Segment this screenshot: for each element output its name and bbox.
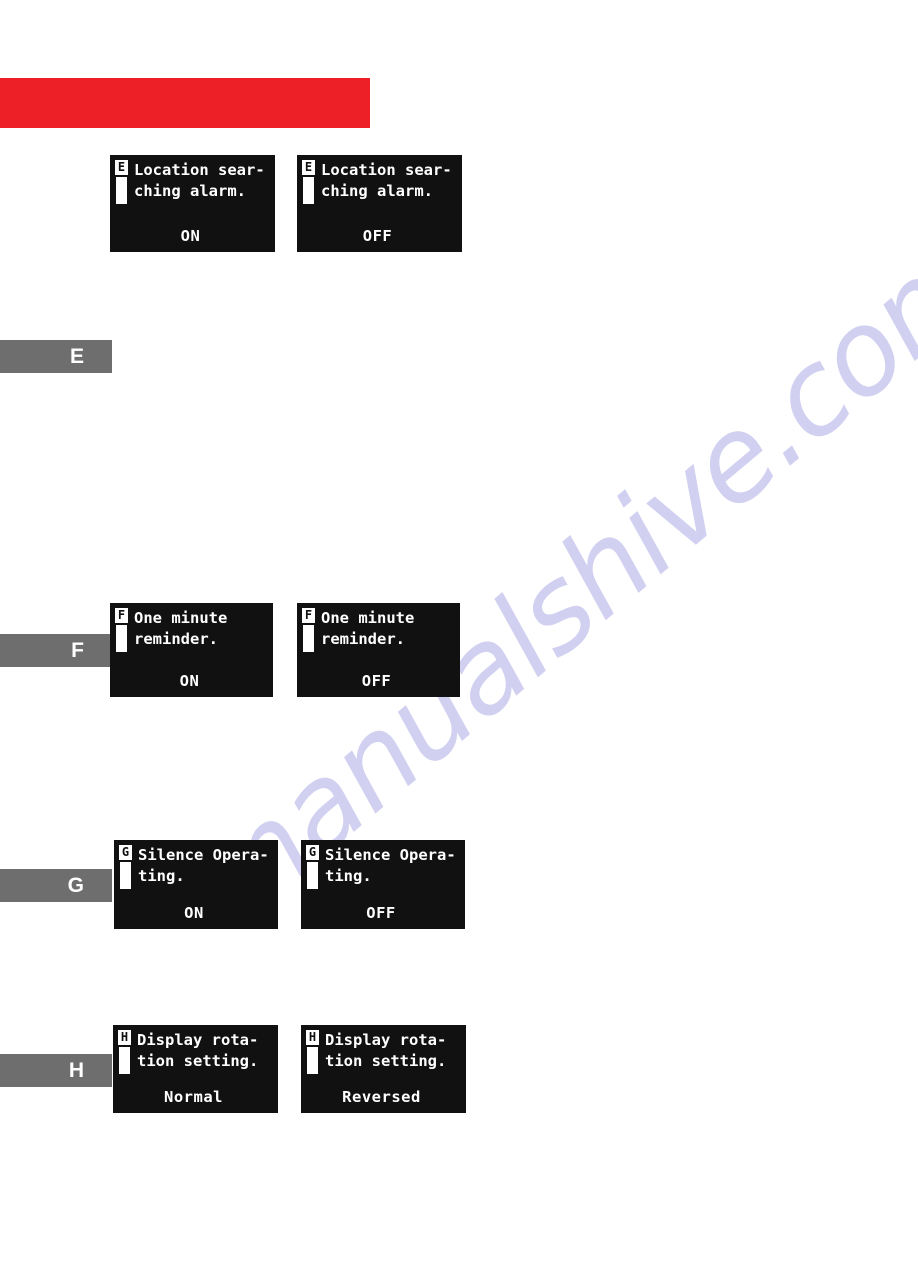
lcd-badge-bar xyxy=(116,177,127,204)
red-header-banner xyxy=(0,78,370,128)
lcd-badge-E-on: E xyxy=(115,160,128,204)
letter-band-H: H xyxy=(0,1054,112,1087)
section-F: F F One minute reminder. ON F One minute… xyxy=(0,603,918,703)
letter-band-G: G xyxy=(0,869,112,902)
lcd-badge-F-on: F xyxy=(115,608,128,652)
lcd-badge-H-reversed: H xyxy=(306,1030,319,1074)
lcd-badge-F-off: F xyxy=(302,608,315,652)
lcd-badge-bar xyxy=(303,177,314,204)
lcd-title: One minute reminder. xyxy=(134,609,228,648)
lcd-badge-bar xyxy=(307,1047,318,1074)
lcd-title: Silence Opera- ting. xyxy=(138,846,269,885)
lcd-value: ON xyxy=(180,227,201,245)
section-G: G G Silence Opera- ting. ON G Silence Op… xyxy=(0,840,918,940)
letter-band-E-label: E xyxy=(69,345,84,368)
lcd-screen-E-off: E Location sear- ching alarm. OFF xyxy=(297,155,462,252)
lcd-value: ON xyxy=(179,672,200,690)
lcd-badge-G-on: G xyxy=(119,845,132,889)
lcd-title: Location sear- ching alarm. xyxy=(134,161,265,200)
lcd-screen-G-off: G Silence Opera- ting. OFF xyxy=(301,840,465,929)
lcd-badge-G-off: G xyxy=(306,845,319,889)
lcd-badge-bar xyxy=(303,625,314,652)
lcd-title: Silence Opera- ting. xyxy=(325,846,456,885)
lcd-badge-bar xyxy=(119,1047,130,1074)
lcd-value: Normal xyxy=(164,1088,223,1106)
faint-subheading xyxy=(6,128,386,150)
lcd-badge-E-off: E xyxy=(302,160,315,204)
lcd-badge-letter: G xyxy=(306,845,319,860)
lcd-badge-letter: E xyxy=(115,160,128,175)
lcd-title: Location sear- ching alarm. xyxy=(321,161,452,200)
letter-band-F: F xyxy=(0,634,112,667)
lcd-badge-bar xyxy=(120,862,131,889)
section-H: H H Display rota- tion setting. Normal H… xyxy=(0,1025,918,1125)
lcd-screen-G-on: G Silence Opera- ting. ON xyxy=(114,840,278,929)
lcd-value: OFF xyxy=(361,672,392,690)
lcd-badge-letter: F xyxy=(115,608,128,623)
lcd-badge-letter: E xyxy=(302,160,315,175)
letter-band-G-label: G xyxy=(67,874,84,897)
lcd-title: One minute reminder. xyxy=(321,609,415,648)
lcd-badge-letter: H xyxy=(118,1030,131,1045)
lcd-title: Display rota- tion setting. xyxy=(137,1031,259,1070)
document-page: manualshive.com E E Location sear- ching… xyxy=(0,0,918,1288)
lcd-badge-letter: G xyxy=(119,845,132,860)
letter-band-E: E xyxy=(0,340,112,373)
lcd-badge-letter: F xyxy=(302,608,315,623)
lcd-badge-H-normal: H xyxy=(118,1030,131,1074)
lcd-screen-E-on: E Location sear- ching alarm. ON xyxy=(110,155,275,252)
lcd-badge-bar xyxy=(116,625,127,652)
lcd-value: ON xyxy=(184,904,204,922)
lcd-screen-F-off: F One minute reminder. OFF xyxy=(297,603,460,697)
lcd-value: OFF xyxy=(362,227,393,245)
lcd-title: Display rota- tion setting. xyxy=(325,1031,447,1070)
lcd-screen-F-on: F One minute reminder. ON xyxy=(110,603,273,697)
lcd-badge-letter: H xyxy=(306,1030,319,1045)
letter-band-H-label: H xyxy=(68,1059,84,1082)
lcd-value: OFF xyxy=(366,904,396,922)
lcd-badge-bar xyxy=(307,862,318,889)
lcd-value: Reversed xyxy=(342,1088,421,1106)
letter-band-F-label: F xyxy=(71,639,84,662)
section-E: E E Location sear- ching alarm. ON E Loc… xyxy=(0,155,918,373)
lcd-screen-H-reversed: H Display rota- tion setting. Reversed xyxy=(301,1025,466,1113)
lcd-screen-H-normal: H Display rota- tion setting. Normal xyxy=(113,1025,278,1113)
